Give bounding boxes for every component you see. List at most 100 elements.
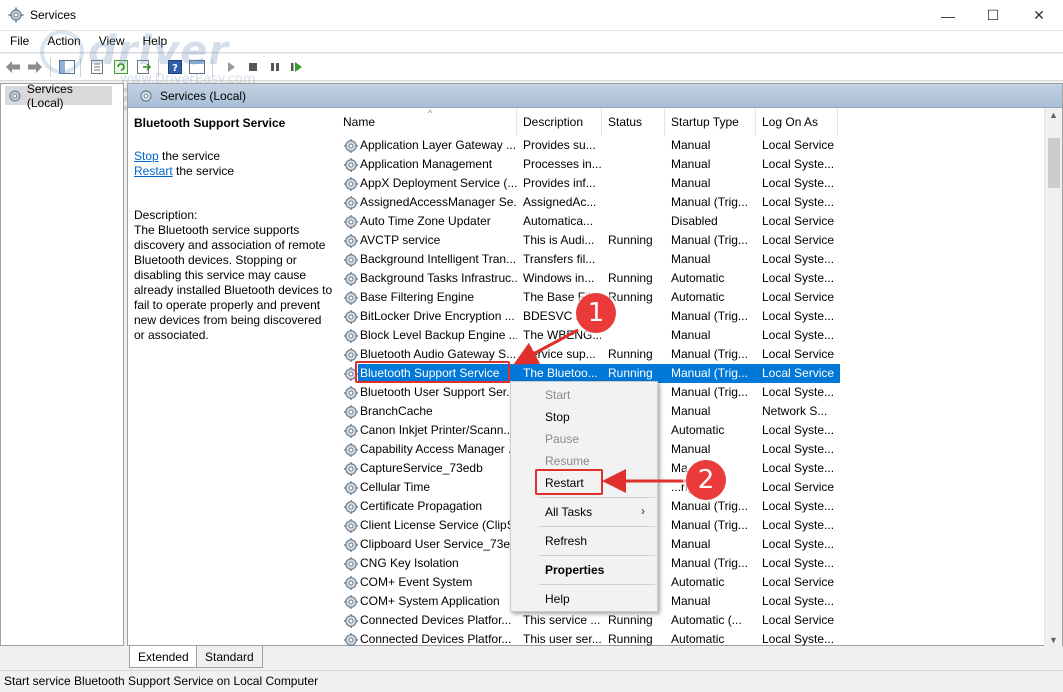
scroll-down-icon[interactable]: ▼ xyxy=(1049,635,1058,645)
menu-item-all-tasks[interactable]: All Tasks xyxy=(545,502,592,522)
minimize-button[interactable]: — xyxy=(925,0,971,31)
cell-name: Application Layer Gateway ... xyxy=(360,138,517,152)
cell-status xyxy=(608,212,664,231)
refresh-icon[interactable] xyxy=(112,58,130,76)
back-arrow-icon[interactable] xyxy=(4,58,22,76)
cell-desc: Provides su... xyxy=(523,138,596,152)
service-gear-icon xyxy=(343,404,359,420)
table-row[interactable]: Auto Time Zone Updater Automatica... Disab… xyxy=(331,212,841,231)
tree-item-label: Services (Local) xyxy=(26,81,73,110)
cell-logon: Local Syste... xyxy=(762,423,835,437)
cell-name: Canon Inkjet Printer/Scann... xyxy=(360,423,514,437)
scroll-thumb[interactable] xyxy=(1048,138,1060,188)
service-gear-icon xyxy=(343,271,359,287)
pause-service-icon[interactable] xyxy=(266,58,284,76)
pane-header-title: Services (Local) xyxy=(160,88,247,103)
start-service-icon[interactable] xyxy=(222,58,240,76)
window-title: Services xyxy=(30,8,77,22)
menu-item-stop[interactable]: Stop xyxy=(545,407,570,427)
column-header-name[interactable]: Name xyxy=(331,108,517,136)
table-row[interactable]: Background Intelligent Tran... Transfers … xyxy=(331,250,841,269)
menu-file[interactable]: File xyxy=(0,31,37,53)
menu-action[interactable]: Action xyxy=(37,31,88,53)
help-icon[interactable]: ? xyxy=(166,58,184,76)
pane-header: Services (Local) xyxy=(128,84,1062,108)
cell-startup: Manual xyxy=(671,442,711,456)
highlight-restart-item xyxy=(535,469,603,495)
cell-logon: Local Service xyxy=(762,480,835,494)
menu-bar: File Action View Help xyxy=(0,31,1063,53)
column-header-status[interactable]: Status xyxy=(602,108,665,136)
cell-logon: Local Syste... xyxy=(762,385,835,399)
column-header-description[interactable]: Description xyxy=(517,108,602,136)
console-tree-icon[interactable] xyxy=(58,58,76,76)
menu-item-properties[interactable]: Properties xyxy=(545,560,604,580)
column-header-log-on-as[interactable]: Log On As xyxy=(756,108,838,136)
show-hide-pane-icon[interactable] xyxy=(188,58,206,76)
service-gear-icon xyxy=(343,480,359,496)
cell-status: Running xyxy=(608,347,653,361)
cell-desc: This is Audi... xyxy=(523,233,595,247)
cell-name: Application Management xyxy=(360,157,493,171)
tree-item-services-local[interactable]: Services (Local) xyxy=(5,82,112,110)
cell-logon: Local Syste... xyxy=(762,461,835,475)
maximize-button[interactable]: ☐ xyxy=(970,0,1016,31)
table-row[interactable]: Application Layer Gateway ... Provides su… xyxy=(331,136,841,155)
cell-name: Auto Time Zone Updater xyxy=(360,214,491,228)
table-row[interactable]: AVCTP service This is Audi... Running Manua… xyxy=(331,231,841,250)
services-gear-icon xyxy=(140,89,152,102)
cell-status xyxy=(608,250,664,269)
tab-extended[interactable]: Extended xyxy=(129,646,198,668)
table-row[interactable]: AppX Deployment Service (... Provides inf… xyxy=(331,174,841,193)
service-gear-icon xyxy=(343,328,359,344)
cell-logon: Local Syste... xyxy=(762,309,835,323)
restart-service-link[interactable]: Restart xyxy=(134,164,173,178)
context-menu: Start Stop Pause Resume Restart All Task… xyxy=(510,381,658,612)
cell-name: Clipboard User Service_73ed... xyxy=(360,537,517,551)
cell-logon: Local Service xyxy=(762,366,835,380)
stop-service-link[interactable]: Stop xyxy=(134,149,159,163)
cell-desc: Processes in... xyxy=(523,157,601,171)
service-gear-icon xyxy=(343,233,359,249)
step-1-badge: 1 xyxy=(576,293,616,333)
stop-service-icon[interactable] xyxy=(244,58,262,76)
cell-logon: Local Syste... xyxy=(762,499,835,513)
cell-status xyxy=(608,174,664,193)
menu-item-refresh[interactable]: Refresh xyxy=(545,531,587,551)
cell-desc: Windows in... xyxy=(523,271,595,285)
services-gear-icon xyxy=(9,89,21,102)
cell-startup: Manual (Trig... xyxy=(671,347,748,361)
cell-logon: Local Service xyxy=(762,233,835,247)
table-row[interactable]: Background Tasks Infrastruc... Windows in… xyxy=(331,269,841,288)
cell-name: CNG Key Isolation xyxy=(360,556,459,570)
scroll-up-icon[interactable]: ▲ xyxy=(1049,110,1058,120)
cell-startup: Manual xyxy=(671,252,711,266)
cell-status xyxy=(608,155,664,174)
cell-logon: Local Syste... xyxy=(762,537,835,551)
table-row[interactable]: Application Management Processes in... Man… xyxy=(331,155,841,174)
column-header-startup-type[interactable]: Startup Type xyxy=(665,108,756,136)
properties-sheet-icon[interactable] xyxy=(88,58,106,76)
tab-standard[interactable]: Standard xyxy=(196,646,263,668)
table-row[interactable]: Connected Devices Platfor... This service… xyxy=(331,611,841,630)
menu-item-help[interactable]: Help xyxy=(545,589,570,609)
restart-service-icon[interactable] xyxy=(288,58,306,76)
highlight-selected-service xyxy=(355,361,510,383)
cell-status xyxy=(608,307,664,326)
cell-desc: Service sup... xyxy=(523,347,596,361)
cell-name: AppX Deployment Service (... xyxy=(360,176,517,190)
cell-logon: Local Syste... xyxy=(762,328,835,342)
forward-arrow-icon[interactable] xyxy=(26,58,44,76)
export-list-icon[interactable] xyxy=(135,58,153,76)
service-description-panel: Bluetooth Support Service Stop the servi… xyxy=(134,116,334,343)
vertical-scrollbar[interactable]: ▲ ▼ xyxy=(1044,108,1062,647)
table-row[interactable]: AssignedAccessManager Se... AssignedAc...… xyxy=(331,193,841,212)
menu-view[interactable]: View xyxy=(89,31,133,53)
cell-logon: Local Service xyxy=(762,575,835,589)
cell-logon: Local Syste... xyxy=(762,252,835,266)
close-button[interactable]: ✕ xyxy=(1016,0,1062,31)
title-bar: Services — ☐ ✕ xyxy=(0,0,1063,31)
cell-desc: This service ... xyxy=(523,613,601,627)
service-gear-icon xyxy=(343,537,359,553)
menu-help[interactable]: Help xyxy=(133,31,176,53)
